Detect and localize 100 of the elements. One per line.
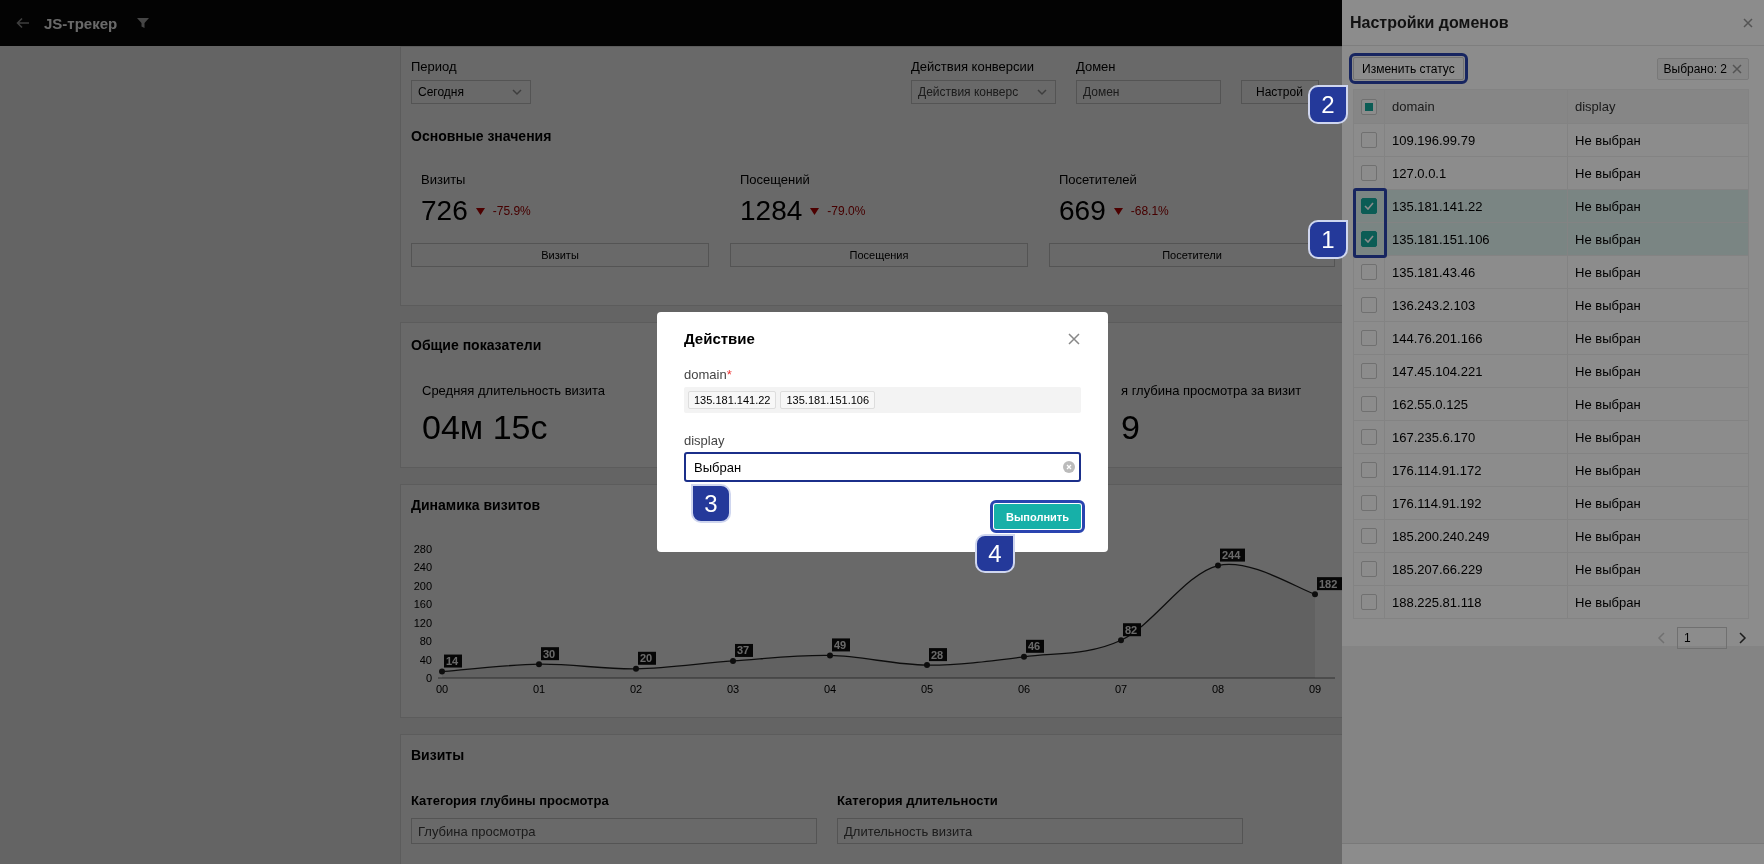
filter-icon[interactable] [137, 17, 150, 29]
filter-label: Действия конверсии [911, 59, 1036, 74]
x-axis-label: 03 [726, 683, 740, 695]
stat-label: Средняя длительность визита [422, 383, 606, 398]
down-triangle-icon [810, 206, 820, 216]
display-field[interactable]: Выбран [684, 452, 1081, 482]
field-label: domain* [684, 367, 733, 382]
tag-field[interactable]: 135.181.141.22 135.181.151.106 [684, 387, 1081, 413]
table-cell: Не выбран [1567, 123, 1749, 157]
chart-toggle-button[interactable]: Посещения [730, 243, 1028, 267]
table-cell: 176.114.91.172 [1384, 453, 1568, 487]
stat-value: 669 [1059, 195, 1106, 227]
checkbox[interactable] [1361, 528, 1377, 544]
select-field[interactable]: Глубина просмотра [411, 818, 817, 844]
table-cell: Не выбран [1567, 354, 1749, 388]
stat-value: 04м 15с [422, 408, 548, 447]
checkbox[interactable] [1361, 98, 1377, 115]
checkbox[interactable] [1361, 132, 1377, 148]
close-icon [1742, 16, 1754, 29]
stat-label: Визиты [420, 172, 467, 187]
table-cell: Не выбран [1567, 288, 1749, 322]
chart-toggle-button[interactable]: Визиты [411, 243, 709, 267]
x-axis-label: 05 [920, 683, 934, 695]
highlight-frame [1353, 188, 1387, 258]
checkbox[interactable] [1361, 429, 1377, 445]
select-field[interactable]: Сегодня [411, 80, 531, 104]
checkbox[interactable] [1361, 264, 1377, 280]
filter-label: Домен [1076, 59, 1117, 74]
drawer-title: Настройки доменов [1350, 13, 1509, 32]
table-cell: 176.114.91.192 [1384, 486, 1568, 520]
data-point [1021, 653, 1027, 660]
input-field[interactable]: Домен [1076, 80, 1221, 104]
data-point [1118, 637, 1124, 644]
table-cell: 135.181.141.22 [1384, 189, 1568, 223]
table-cell: 109.196.99.79 [1384, 123, 1568, 157]
checkmark-icon [1364, 202, 1374, 210]
table-cell: Не выбран [1567, 453, 1749, 487]
table-cell: Не выбран [1567, 255, 1749, 289]
table-cell: 185.207.66.229 [1384, 552, 1568, 586]
y-axis-label: 280 [413, 543, 432, 555]
x-axis-label: 06 [1017, 683, 1031, 695]
data-point [730, 657, 736, 664]
checkbox[interactable] [1361, 495, 1377, 511]
step-badge: 3 [691, 484, 731, 523]
checkbox[interactable] [1361, 165, 1377, 181]
stat-change: -79.0% [827, 204, 866, 218]
checkbox[interactable] [1361, 330, 1377, 346]
field-label: Категория глубины просмотра [411, 793, 609, 808]
data-label: 14 [444, 654, 462, 668]
domain-tag: 135.181.141.22 [688, 391, 777, 409]
down-triangle-icon [475, 206, 485, 216]
data-label: 46 [1026, 639, 1044, 653]
table-cell: Не выбран [1567, 552, 1749, 586]
checkbox[interactable] [1361, 198, 1377, 214]
close-icon [1067, 331, 1081, 346]
section-title: Динамика визитов [411, 497, 541, 513]
data-label: 182 [1319, 577, 1338, 590]
checkbox[interactable] [1361, 594, 1377, 610]
dialog-title: Действие [684, 330, 755, 347]
checkmark-icon [1364, 235, 1374, 243]
section-title: Общие показатели [411, 337, 542, 353]
table-cell: 147.45.104.221 [1384, 354, 1568, 388]
x-axis-label: 04 [823, 683, 837, 695]
checkbox[interactable] [1361, 231, 1377, 247]
stat-label: я глубина просмотра за визит [1121, 383, 1302, 398]
table-cell: Не выбран [1567, 585, 1749, 619]
table-cell: Не выбран [1567, 420, 1749, 454]
section-title: Визиты [411, 747, 465, 763]
step-badge: 2 [1308, 85, 1348, 124]
checkbox[interactable] [1361, 462, 1377, 478]
table-cell: 185.200.240.249 [1384, 519, 1568, 553]
select-field[interactable]: Длительность визита [837, 818, 1243, 844]
data-point [1215, 562, 1221, 569]
checkbox[interactable] [1361, 396, 1377, 412]
table-cell: 127.0.0.1 [1384, 156, 1568, 190]
table-cell: Не выбран [1567, 486, 1749, 520]
checkbox[interactable] [1361, 297, 1377, 313]
select-field[interactable]: Действия конверс [911, 80, 1056, 104]
page-input[interactable]: 1 [1677, 627, 1727, 649]
checkbox[interactable] [1361, 363, 1377, 379]
table-cell: 162.55.0.125 [1384, 387, 1568, 421]
y-axis-label: 80 [419, 635, 432, 648]
y-axis-label: 240 [413, 561, 432, 574]
x-axis-label: 00 [435, 683, 449, 695]
column-header: domain [1384, 89, 1568, 124]
table-cell: Не выбран [1567, 156, 1749, 190]
table-cell: 144.76.201.166 [1384, 321, 1568, 355]
settings-button[interactable]: Настрой [1241, 80, 1319, 104]
x-axis-label: 02 [629, 683, 643, 695]
data-label: 37 [735, 643, 753, 657]
stat-label: Посетителей [1058, 172, 1138, 187]
data-point [633, 665, 639, 672]
table-cell: 136.243.2.103 [1384, 288, 1568, 322]
data-label: 182 [1317, 577, 1342, 591]
checkbox[interactable] [1361, 561, 1377, 577]
clear-icon[interactable] [1063, 461, 1075, 473]
table-cell: 167.235.6.170 [1384, 420, 1568, 454]
stat-value: 726 [421, 195, 468, 227]
table-cell: Не выбран [1567, 519, 1749, 553]
column-header: display [1567, 89, 1749, 124]
